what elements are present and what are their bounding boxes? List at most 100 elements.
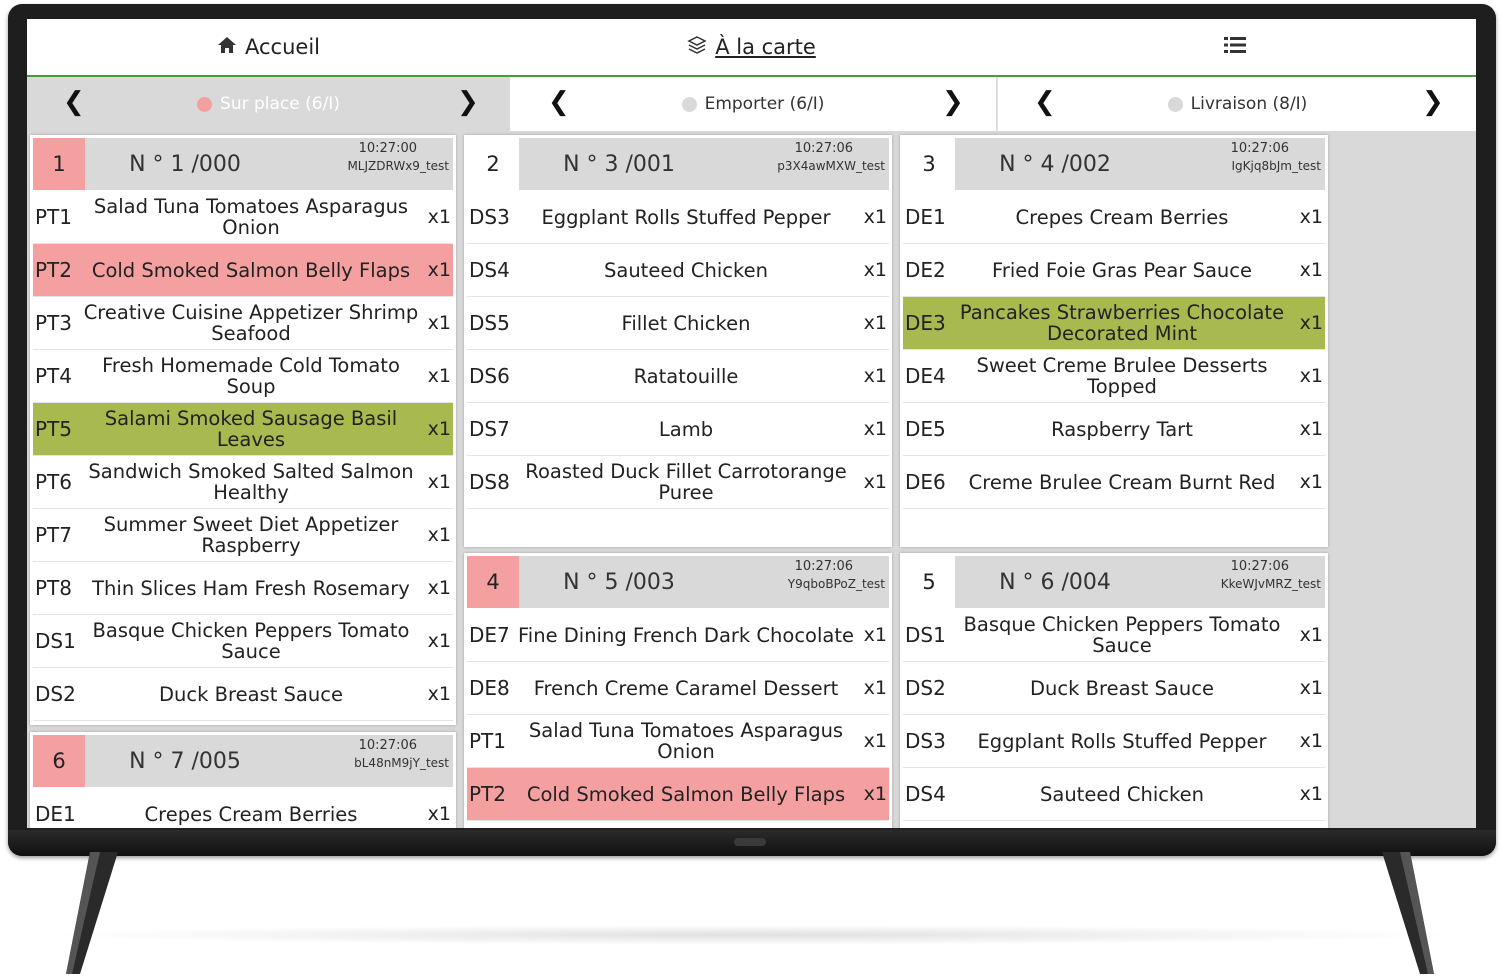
item-name: Sweet Creme Brulee Desserts Topped bbox=[976, 354, 1268, 398]
nav-home[interactable]: Accueil bbox=[27, 19, 510, 75]
order-number: N ° 6 /004 bbox=[999, 569, 1111, 595]
item-quantity: x1 bbox=[863, 730, 887, 752]
item-name: Duck Breast Sauce bbox=[159, 682, 343, 706]
item-code: DE1 bbox=[35, 802, 76, 826]
item-quantity: x1 bbox=[863, 471, 887, 493]
tab-label: Sur place (6/I) bbox=[220, 94, 340, 114]
item-code: DE8 bbox=[469, 676, 510, 700]
nav-list[interactable] bbox=[993, 19, 1476, 75]
order-item[interactable]: PT2 Cold Smoked Salmon Belly Flaps x1 bbox=[33, 244, 453, 297]
item-quantity: x1 bbox=[427, 524, 451, 546]
home-icon bbox=[217, 35, 237, 59]
tab-livraison[interactable]: ❮ Livraison (8/I) ❯ bbox=[997, 77, 1476, 131]
order-item[interactable]: PT6 Sandwich Smoked Salted Salmon Healthy… bbox=[33, 456, 453, 509]
order-item[interactable]: DS2 Duck Breast Sauce x1 bbox=[33, 668, 453, 721]
order-item[interactable]: PT4 Fresh Homemade Cold Tomato Soup x1 bbox=[33, 350, 453, 403]
order-item[interactable]: DE5 Raspberry Tart x1 bbox=[903, 403, 1325, 456]
item-quantity: x1 bbox=[1299, 259, 1323, 281]
order-item[interactable]: DE1 Crepes Cream Berries x1 bbox=[903, 191, 1325, 244]
order-badge: 5 bbox=[903, 556, 955, 608]
order-item[interactable]: PT1 Salad Tuna Tomatoes Asparagus Onion x1 bbox=[467, 715, 889, 768]
screen: Accueil À la carte ❮ Sur place (6/I) ❯ ❮ bbox=[27, 19, 1476, 828]
item-name: Fine Dining French Dark Chocolate bbox=[518, 623, 854, 647]
order-item[interactable]: PT7 Summer Sweet Diet Appetizer Raspberry… bbox=[33, 509, 453, 562]
order-item[interactable]: DS3 Eggplant Rolls Stuffed Pepper x1 bbox=[467, 191, 889, 244]
item-quantity: x1 bbox=[863, 418, 887, 440]
item-quantity: x1 bbox=[427, 577, 451, 599]
order-item[interactable]: DE4 Sweet Creme Brulee Desserts Topped x1 bbox=[903, 350, 1325, 403]
order-number: N ° 1 /000 bbox=[129, 151, 241, 177]
item-code: DS3 bbox=[905, 729, 946, 753]
item-quantity: x1 bbox=[427, 206, 451, 228]
order-item[interactable]: DE6 Creme Brulee Cream Burnt Red x1 bbox=[903, 456, 1325, 509]
order-header: 4 N ° 5 /003 10:27:06 Y9qboBPoZ_test bbox=[467, 556, 889, 608]
order-item[interactable]: DE3 Pancakes Strawberries Chocolate Decor… bbox=[903, 297, 1325, 350]
tab-emporter[interactable]: ❮ Emporter (6/I) ❯ bbox=[510, 77, 996, 131]
order-card[interactable]: 4 N ° 5 /003 10:27:06 Y9qboBPoZ_test DE7 Fine… bbox=[464, 553, 892, 828]
order-card[interactable]: 3 N ° 4 /002 10:27:06 IgKjq8bJm_test DE1 Crep… bbox=[900, 135, 1328, 547]
order-item[interactable]: DS2 Duck Breast Sauce x1 bbox=[903, 662, 1325, 715]
order-code: Y9qboBPoZ_test bbox=[787, 577, 885, 591]
order-item[interactable]: PT8 Thin Slices Ham Fresh Rosemary x1 bbox=[33, 562, 453, 615]
chevron-right-icon[interactable]: ❯ bbox=[457, 87, 479, 117]
item-name: Ratatouille bbox=[633, 364, 739, 388]
item-quantity: x1 bbox=[1299, 312, 1323, 334]
item-code: DS6 bbox=[469, 364, 510, 388]
order-card[interactable]: 1 N ° 1 /000 10:27:00 MLJZDRWx9_test PT1 Sala… bbox=[30, 135, 456, 725]
order-item[interactable]: DE1 Crepes Cream Berries x1 bbox=[33, 788, 453, 828]
tab-label: Emporter (6/I) bbox=[704, 94, 825, 114]
chevron-right-icon[interactable]: ❯ bbox=[942, 87, 964, 117]
nav-menu[interactable]: À la carte bbox=[510, 19, 993, 75]
order-item[interactable]: DS7 Lamb x1 bbox=[467, 403, 889, 456]
order-item[interactable]: DS4 Sauteed Chicken x1 bbox=[903, 768, 1325, 821]
order-code: MLJZDRWx9_test bbox=[347, 159, 449, 173]
order-card[interactable]: 2 N ° 3 /001 10:27:06 p3X4awMXW_test DS3 Eggp… bbox=[464, 135, 892, 547]
order-item[interactable]: PT3 Creative Cuisine Appetizer Shrimp Sea… bbox=[33, 297, 453, 350]
item-quantity: x1 bbox=[427, 365, 451, 387]
order-item[interactable]: DS1 Basque Chicken Peppers Tomato Sauce x1 bbox=[33, 615, 453, 668]
order-item[interactable]: PT1 Salad Tuna Tomatoes Asparagus Onion x1 bbox=[33, 191, 453, 244]
order-item[interactable]: DS3 Eggplant Rolls Stuffed Pepper x1 bbox=[903, 715, 1325, 768]
order-item[interactable]: DS8 Roasted Duck Fillet Carrotorange Pure… bbox=[467, 456, 889, 509]
item-quantity: x1 bbox=[427, 418, 451, 440]
order-header: 6 N ° 7 /005 10:27:06 bL48nM9jY_test bbox=[33, 735, 453, 787]
item-name: French Creme Caramel Dessert bbox=[533, 676, 839, 700]
order-item[interactable]: DE2 Fried Foie Gras Pear Sauce x1 bbox=[903, 244, 1325, 297]
item-code: DS7 bbox=[469, 417, 510, 441]
item-quantity: x1 bbox=[1299, 471, 1323, 493]
order-item[interactable]: DE8 French Creme Caramel Dessert x1 bbox=[467, 662, 889, 715]
item-name: Roasted Duck Fillet Carrotorange Puree bbox=[525, 460, 847, 504]
tv-leg-right bbox=[1382, 852, 1434, 974]
item-code: DE6 bbox=[905, 470, 946, 494]
item-name: Creme Brulee Cream Burnt Red bbox=[968, 470, 1276, 494]
status-dot bbox=[1167, 96, 1183, 112]
order-item[interactable]: DS5 Fillet Chicken x1 bbox=[467, 297, 889, 350]
order-item[interactable]: PT2 Cold Smoked Salmon Belly Flaps x1 bbox=[467, 768, 889, 821]
item-code: DE5 bbox=[905, 417, 946, 441]
item-quantity: x1 bbox=[863, 677, 887, 699]
item-code: DS1 bbox=[35, 629, 76, 653]
tab-sur-place[interactable]: ❮ Sur place (6/I) ❯ bbox=[27, 77, 510, 131]
item-quantity: x1 bbox=[1299, 624, 1323, 646]
item-code: PT1 bbox=[469, 729, 507, 753]
item-quantity: x1 bbox=[863, 624, 887, 646]
chevron-right-icon[interactable]: ❯ bbox=[1422, 87, 1444, 117]
order-item[interactable]: DS4 Sauteed Chicken x1 bbox=[467, 244, 889, 297]
order-number: N ° 4 /002 bbox=[999, 151, 1111, 177]
order-item[interactable]: DS6 Ratatouille x1 bbox=[467, 350, 889, 403]
item-code: PT8 bbox=[35, 576, 73, 600]
order-item[interactable]: DE7 Fine Dining French Dark Chocolate x1 bbox=[467, 609, 889, 662]
item-quantity: x1 bbox=[427, 683, 451, 705]
order-card[interactable]: 6 N ° 7 /005 10:27:06 bL48nM9jY_test DE1 Crep… bbox=[30, 732, 456, 828]
order-card[interactable]: 5 N ° 6 /004 10:27:06 KkeWJvMRZ_test DS1 Basq… bbox=[900, 553, 1328, 828]
item-name: Sauteed Chicken bbox=[604, 258, 768, 282]
order-header: 2 N ° 3 /001 10:27:06 p3X4awMXW_test bbox=[467, 138, 889, 190]
order-time: 10:27:06 bbox=[1230, 559, 1289, 574]
order-item[interactable]: PT5 Salami Smoked Sausage Basil Leaves x1 bbox=[33, 403, 453, 456]
order-header: 3 N ° 4 /002 10:27:06 IgKjq8bJm_test bbox=[903, 138, 1325, 190]
item-name: Cold Smoked Salmon Belly Flaps bbox=[526, 782, 846, 806]
order-item[interactable]: DS1 Basque Chicken Peppers Tomato Sauce x1 bbox=[903, 609, 1325, 662]
item-code: DS2 bbox=[905, 676, 946, 700]
item-name: Duck Breast Sauce bbox=[1030, 676, 1214, 700]
item-code: DS8 bbox=[469, 470, 510, 494]
